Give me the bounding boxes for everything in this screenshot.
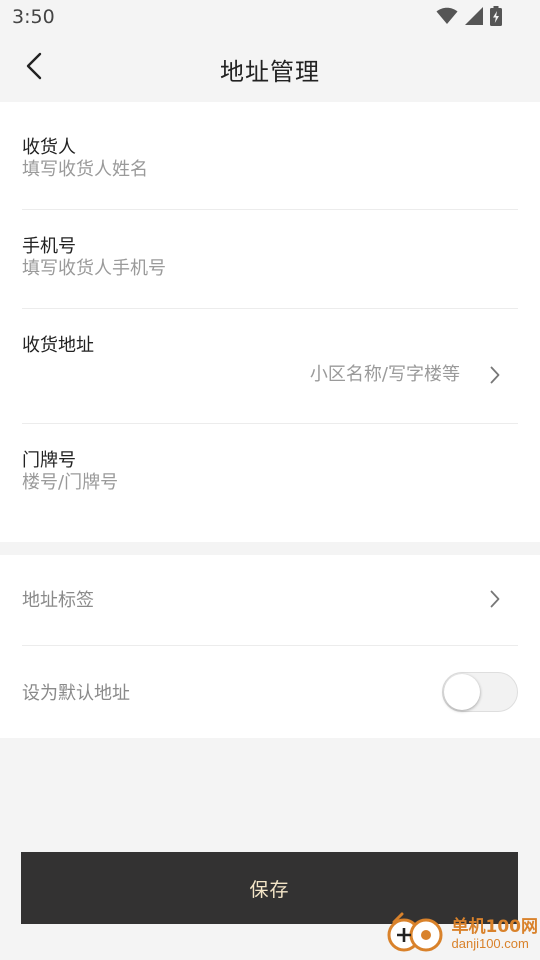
- consignee-label: 收货人: [22, 137, 76, 158]
- phone-input[interactable]: [22, 256, 442, 280]
- phone-label: 手机号: [22, 236, 76, 257]
- address-label: 收货地址: [22, 335, 94, 356]
- address-form-card: 收货人 手机号 收货地址 小区名称/写字楼等 门牌号: [0, 102, 540, 542]
- address-options-card: 地址标签 设为默认地址: [0, 555, 540, 738]
- wifi-icon: [436, 7, 458, 29]
- default-address-row: 设为默认地址: [22, 646, 518, 738]
- status-icons: [436, 6, 502, 30]
- chevron-right-icon: [486, 590, 504, 608]
- consignee-input[interactable]: [22, 157, 442, 181]
- address-placeholder: 小区名称/写字楼等: [309, 364, 460, 385]
- battery-charging-icon: [490, 6, 502, 30]
- watermark-text: 单机100网 danji100.com: [451, 917, 539, 952]
- address-tag-label: 地址标签: [22, 590, 94, 611]
- default-address-toggle[interactable]: [442, 672, 518, 712]
- watermark-domain: danji100.com: [451, 936, 529, 952]
- watermark: 单机100网 danji100.com: [384, 912, 539, 958]
- phone-field: 手机号: [22, 210, 518, 309]
- consignee-field: 收货人: [22, 102, 518, 210]
- page-title: 地址管理: [220, 58, 320, 86]
- door-number-input[interactable]: [22, 470, 442, 494]
- app-bar: 地址管理: [0, 36, 540, 102]
- watermark-name: 单机100网: [451, 917, 539, 938]
- address-field[interactable]: 收货地址 小区名称/写字楼等: [22, 309, 518, 424]
- status-time: 3:50: [12, 6, 55, 28]
- address-tag-row[interactable]: 地址标签: [22, 555, 518, 646]
- toggle-knob: [444, 674, 480, 710]
- door-number-label: 门牌号: [22, 450, 76, 471]
- door-number-field: 门牌号: [22, 424, 518, 542]
- status-bar: 3:50: [0, 0, 540, 36]
- default-address-label: 设为默认地址: [22, 683, 130, 704]
- cell-signal-icon: [464, 7, 484, 29]
- watermark-logo-icon: [384, 912, 448, 958]
- chevron-right-icon: [486, 366, 504, 384]
